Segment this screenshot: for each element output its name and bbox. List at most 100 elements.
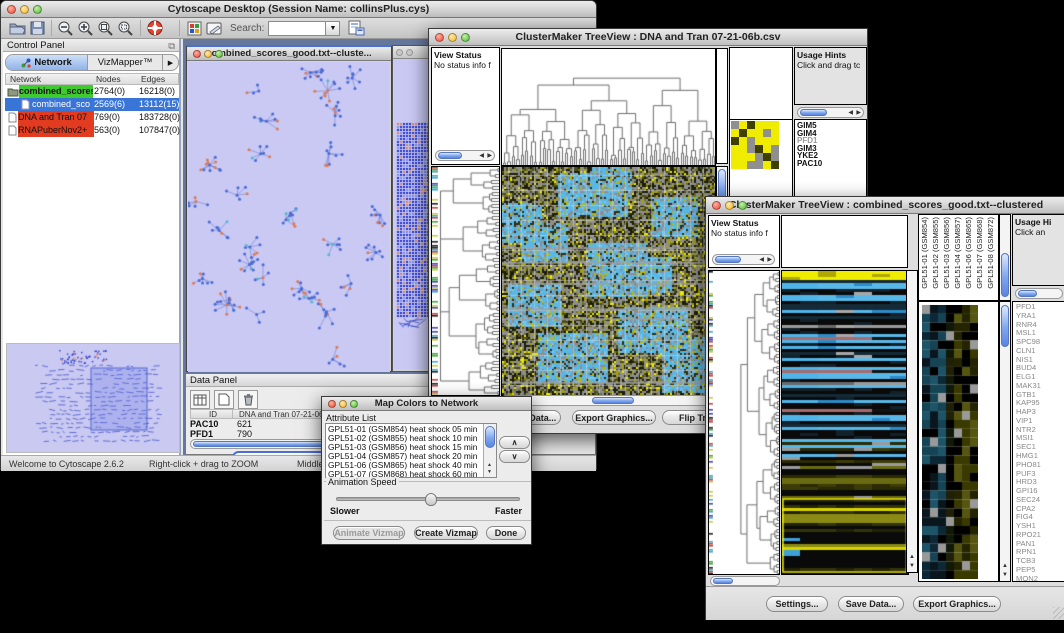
tv2-usage-scrollbar[interactable] bbox=[1015, 288, 1063, 299]
tv2-summary-v-scrollbar[interactable]: ▲ ▼ bbox=[999, 301, 1011, 582]
attribute-list-item[interactable]: GPL51-04 (GSM857) heat shock 20 min bbox=[328, 452, 482, 461]
treeview1-title-bar[interactable]: ClusterMaker TreeView : DNA and Tran 07-… bbox=[429, 29, 867, 46]
network-window-background[interactable] bbox=[392, 45, 433, 372]
tv2-heatmap[interactable] bbox=[781, 270, 909, 575]
zoom-in-icon[interactable] bbox=[76, 19, 96, 38]
summary-cell bbox=[739, 161, 747, 169]
tab-network[interactable]: Network bbox=[6, 55, 88, 70]
gene-label: MSI1 bbox=[1016, 434, 1064, 443]
annotation-icon[interactable] bbox=[204, 19, 224, 38]
gene-label: PEP5 bbox=[1016, 566, 1064, 575]
tv2-gene-labels: PFD1YRA1RNR4MSL1SPC98CLN1NIS1BUD4ELG1MAK… bbox=[1012, 301, 1064, 582]
tv2-summary-heatmap[interactable] bbox=[922, 305, 978, 579]
help-lifering-icon[interactable] bbox=[145, 19, 165, 38]
tv2-dendro-h-scrollbar[interactable] bbox=[710, 576, 780, 586]
new-attribute-icon[interactable] bbox=[214, 390, 234, 409]
tv2-settings-button[interactable]: Settings... bbox=[766, 596, 828, 612]
network-view-2[interactable] bbox=[394, 59, 432, 369]
attribute-list-item[interactable]: GPL51-02 (GSM855) heat shock 10 min bbox=[328, 434, 482, 443]
tv2-upper-v-scrollbar[interactable] bbox=[999, 214, 1011, 301]
create-vizmap-button[interactable]: Create Vizmap bbox=[414, 526, 478, 540]
minimize-icon[interactable] bbox=[725, 201, 734, 210]
resize-grip[interactable] bbox=[1053, 607, 1064, 619]
attribute-row[interactable]: PAC10 621 bbox=[190, 419, 218, 429]
tv2-summary-panel bbox=[918, 301, 999, 582]
delete-attribute-icon[interactable] bbox=[238, 390, 258, 409]
summary-cell bbox=[731, 145, 739, 153]
table-row-selected[interactable]: combined_sco 2569(6) 13112(15) bbox=[5, 98, 179, 111]
network-window-active[interactable]: combined_scores_good.txt--cluste... bbox=[186, 45, 392, 372]
birdseye-view[interactable] bbox=[6, 343, 180, 453]
close-icon[interactable] bbox=[712, 201, 721, 210]
search-dropdown-button[interactable]: ▼ bbox=[326, 21, 340, 36]
close-icon[interactable] bbox=[328, 400, 336, 408]
tv1-scroll-gutter bbox=[716, 48, 728, 164]
tab-overflow-button[interactable]: ▶ bbox=[162, 55, 178, 70]
gene-label: HMG1 bbox=[1016, 452, 1064, 461]
tv2-heatmap-v-scrollbar[interactable]: ▲ ▼ bbox=[906, 270, 918, 573]
table-row[interactable]: combined_scores_ 2764(0) 16218(0) bbox=[5, 85, 179, 98]
zoom-window-icon[interactable] bbox=[33, 5, 42, 14]
attribute-row[interactable]: PFD1 790 bbox=[190, 429, 213, 439]
gene-label: NIS1 bbox=[1016, 356, 1064, 365]
tv1-export-graphics-button[interactable]: Export Graphics... bbox=[572, 410, 656, 425]
minimize-icon[interactable] bbox=[20, 5, 29, 14]
table-row[interactable]: DNA and Tran 07 769(0) 183728(0) bbox=[5, 111, 179, 124]
table-row[interactable]: RNAPuberNov2+ 563(0) 107847(0) bbox=[5, 124, 179, 137]
minimize-icon[interactable] bbox=[406, 49, 413, 56]
move-up-button[interactable]: ∧ bbox=[499, 436, 530, 449]
tv2-status-scrollbar[interactable]: ◀ ▶ bbox=[712, 254, 775, 265]
close-icon[interactable] bbox=[435, 33, 444, 42]
attribute-list-scrollbar[interactable]: ▲ ▼ bbox=[483, 424, 496, 477]
animation-slider[interactable] bbox=[336, 497, 520, 501]
minimize-icon[interactable] bbox=[339, 400, 347, 408]
attribute-list-item[interactable]: GPL51-03 (GSM856) heat shock 15 min bbox=[328, 443, 482, 452]
window-controls[interactable] bbox=[7, 5, 42, 14]
slider-thumb[interactable] bbox=[425, 493, 437, 506]
advanced-search-icon[interactable] bbox=[346, 19, 366, 38]
tv1-summary-heatmap[interactable] bbox=[731, 121, 779, 169]
zoom-window-icon[interactable] bbox=[461, 33, 470, 42]
move-down-button[interactable]: ∨ bbox=[499, 450, 530, 463]
network-window-title-bar[interactable]: combined_scores_good.txt--cluste... bbox=[187, 47, 391, 61]
tv1-heatmap-h-scrollbar[interactable] bbox=[501, 395, 714, 406]
close-icon[interactable] bbox=[396, 49, 403, 56]
attribute-list-item[interactable]: GPL51-01 (GSM854) heat shock 05 min bbox=[328, 425, 482, 434]
save-icon[interactable] bbox=[27, 19, 47, 38]
treeview2-title-bar[interactable]: ClusterMaker TreeView : combined_scores_… bbox=[706, 197, 1064, 214]
tv1-usage-scrollbar[interactable]: ◀ ▶ bbox=[797, 107, 864, 118]
done-button[interactable]: Done bbox=[486, 526, 526, 540]
tv1-array-dendrogram[interactable] bbox=[501, 48, 716, 166]
tv2-save-data-button[interactable]: Save Data... bbox=[838, 596, 904, 612]
attribute-select-icon[interactable] bbox=[190, 390, 210, 409]
open-file-icon[interactable] bbox=[7, 19, 27, 38]
summary-cell bbox=[771, 161, 779, 169]
close-icon[interactable] bbox=[193, 50, 201, 58]
zoom-window-icon[interactable] bbox=[350, 400, 358, 408]
zoom-out-icon[interactable] bbox=[56, 19, 76, 38]
search-input[interactable] bbox=[268, 21, 326, 36]
tv1-status-scrollbar[interactable]: ◀ ▶ bbox=[435, 150, 495, 161]
tv2-gene-dendrogram[interactable] bbox=[713, 270, 780, 575]
tv1-heatmap[interactable] bbox=[501, 166, 716, 396]
column-label: GPL51-08 (GSM872) bbox=[987, 217, 998, 289]
zoom-fit-icon[interactable] bbox=[116, 19, 136, 38]
float-panel-icon[interactable]: ⧉ bbox=[168, 40, 175, 53]
attribute-list-item[interactable]: GPL51-06 (GSM865) heat shock 40 min bbox=[328, 461, 482, 470]
close-icon[interactable] bbox=[7, 5, 16, 14]
tv1-gene-dendrogram[interactable] bbox=[438, 166, 500, 396]
vizmapper-icon[interactable] bbox=[184, 19, 204, 38]
main-window-title: Cytoscape Desktop (Session Name: collins… bbox=[168, 3, 429, 15]
main-title-bar[interactable]: Cytoscape Desktop (Session Name: collins… bbox=[1, 1, 596, 18]
zoom-selected-icon[interactable] bbox=[96, 19, 116, 38]
tv2-export-graphics-button[interactable]: Export Graphics... bbox=[913, 596, 1001, 612]
minimize-icon[interactable] bbox=[448, 33, 457, 42]
attribute-list[interactable]: GPL51-01 (GSM854) heat shock 05 minGPL51… bbox=[325, 423, 497, 478]
tab-vizmapper[interactable]: VizMapper™ bbox=[88, 55, 162, 70]
desktop: Cytoscape Desktop (Session Name: collins… bbox=[0, 0, 1064, 633]
zoom-window-icon[interactable] bbox=[215, 50, 223, 58]
dialog-title-bar[interactable]: Map Colors to Network bbox=[322, 397, 531, 411]
network-view-1[interactable] bbox=[188, 62, 390, 372]
zoom-window-icon[interactable] bbox=[738, 201, 747, 210]
minimize-icon[interactable] bbox=[204, 50, 212, 58]
